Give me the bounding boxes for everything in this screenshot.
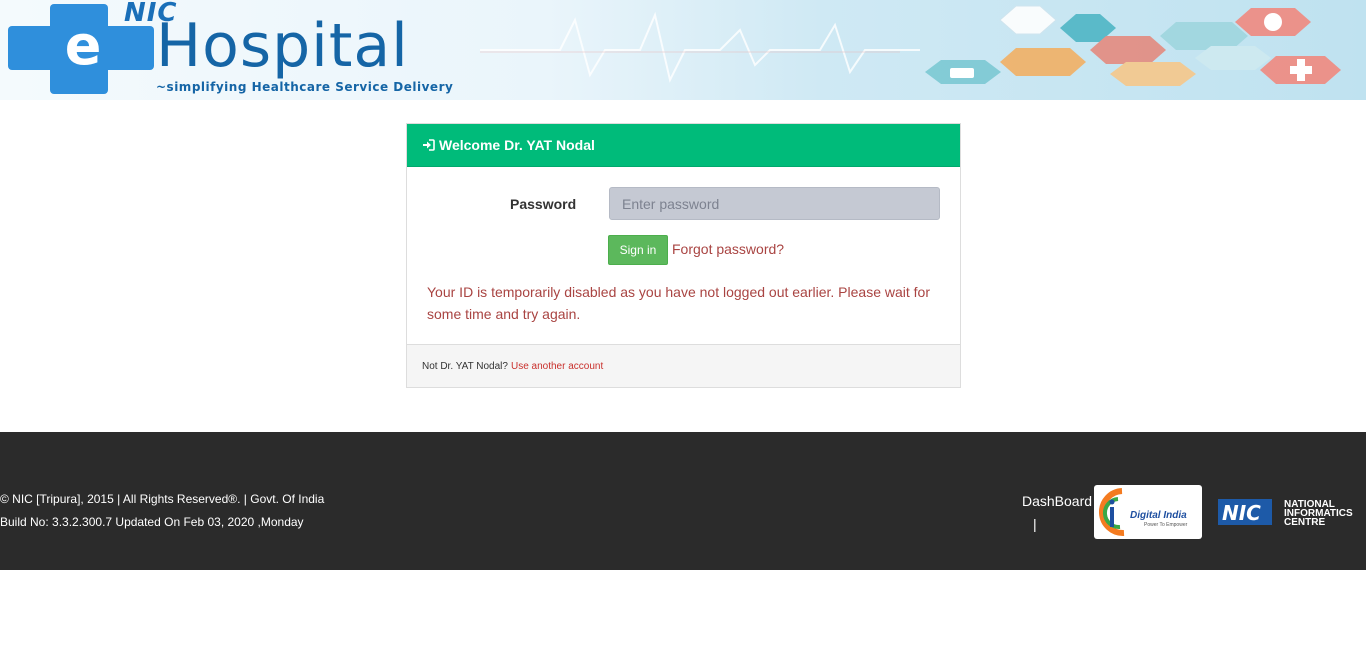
- footer-separator: |: [1033, 516, 1037, 532]
- use-another-account-link[interactable]: Use another account: [511, 361, 603, 372]
- digital-india-logo[interactable]: Digital India Power To Empower: [1094, 485, 1202, 539]
- password-input[interactable]: [609, 187, 940, 220]
- sign-in-icon: [422, 139, 435, 151]
- nic-logo-text: NIC: [1222, 501, 1261, 525]
- password-label: Password: [510, 196, 577, 212]
- footer-info: © NIC [Tripura], 2015 | All Rights Reser…: [0, 488, 324, 534]
- sign-in-button[interactable]: Sign in: [608, 235, 668, 265]
- not-user-text: Not Dr. YAT Nodal?: [422, 360, 508, 372]
- welcome-heading: Welcome Dr. YAT Nodal: [439, 137, 595, 153]
- copyright-text: © NIC [Tripura], 2015 | All Rights Reser…: [0, 492, 325, 506]
- logo-tagline: ~simplifying Healthcare Service Delivery: [156, 80, 454, 94]
- logo-e: e: [64, 14, 102, 77]
- digital-india-title: Digital India: [1130, 510, 1187, 521]
- logo-hospital: Hospital: [156, 11, 409, 81]
- panel-footer: Not Dr. YAT Nodal? Use another account: [407, 344, 960, 387]
- panel-heading: Welcome Dr. YAT Nodal: [407, 124, 960, 167]
- header-banner: e NIC Hospital ~simplifying Healthcare S…: [0, 0, 1366, 100]
- nic-logo[interactable]: NIC NATIONAL INFORMATICS CENTRE: [1218, 496, 1366, 528]
- error-message: Your ID is temporarily disabled as you h…: [427, 284, 930, 322]
- build-text: Build No: 3.3.2.300.7 Updated On Feb 03,…: [0, 515, 304, 529]
- nic-name-line3: CENTRE: [1284, 517, 1325, 528]
- forgot-password-link[interactable]: Forgot password?: [672, 241, 784, 257]
- ehospital-logo[interactable]: e NIC Hospital ~simplifying Healthcare S…: [0, 0, 480, 100]
- digital-india-sub: Power To Empower: [1144, 522, 1188, 528]
- dashboard-link[interactable]: DashBoard: [1022, 493, 1092, 509]
- page-footer: © NIC [Tripura], 2015 | All Rights Reser…: [0, 432, 1366, 570]
- login-panel: Welcome Dr. YAT Nodal Password Sign in F…: [406, 123, 961, 388]
